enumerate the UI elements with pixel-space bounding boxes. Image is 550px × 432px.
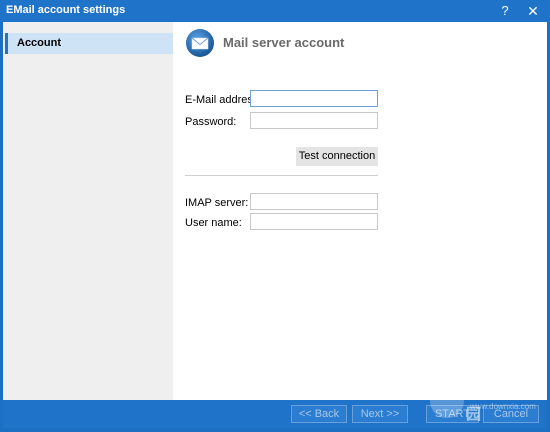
sidebar-item-label: Account [17,37,61,49]
button-bar: << Back Next >> START Cancel [3,400,547,428]
window-title: EMail account settings [6,4,126,16]
page-title: Mail server account [223,35,345,50]
dialog-window: EMail account settings ? ✕ Account Mail … [0,0,550,432]
password-label: Password: [185,116,237,128]
back-button[interactable]: << Back [291,405,347,423]
title-bar: EMail account settings ? ✕ [0,0,550,22]
content-panel: Mail server account E-Mail address: Pass… [173,22,547,400]
imap-server-label: IMAP server: [185,197,249,209]
sidebar-item-account[interactable]: Account [5,33,173,54]
next-button[interactable]: Next >> [352,405,408,423]
sidebar: Account [3,22,173,400]
mail-envelope-icon [186,29,214,57]
password-field[interactable] [250,112,378,129]
section-divider [185,175,378,176]
close-button[interactable]: ✕ [520,0,546,22]
imap-server-field[interactable] [250,193,378,210]
user-name-field[interactable] [250,213,378,230]
user-name-label: User name: [185,217,242,229]
help-button[interactable]: ? [492,0,518,22]
dialog-client-area: Account Mail server account E-Mail addre… [3,22,547,400]
email-field[interactable] [250,90,378,107]
start-button[interactable]: START [426,405,479,423]
cancel-button[interactable]: Cancel [483,405,539,423]
test-connection-button[interactable]: Test connection [296,147,378,166]
